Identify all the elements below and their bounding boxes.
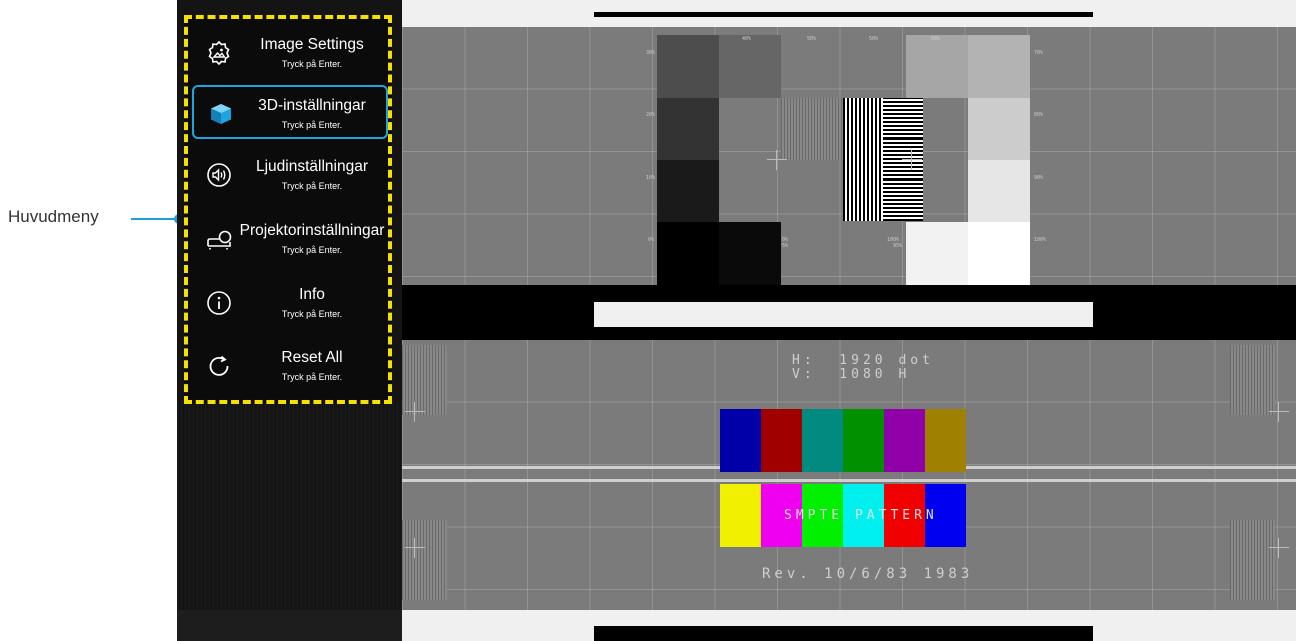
horizontal-line-pattern	[883, 98, 923, 139]
white-bar	[594, 302, 1093, 327]
menu-item-title: Image Settings	[260, 36, 364, 53]
menu-item-hint: Tryck på Enter.	[281, 120, 343, 130]
image-settings-icon	[208, 40, 230, 66]
callout-label: Huvudmeny	[8, 207, 99, 226]
color-bar	[761, 409, 802, 472]
gray-label: 80%	[1034, 112, 1044, 118]
projector-screen: 30% 40% 50% 50% 60% 70% 20% 80% 10% 90% …	[177, 0, 1296, 641]
gray-label: 70%	[1034, 50, 1044, 56]
gray-label: 40%	[742, 36, 752, 42]
crosshair-marker	[405, 538, 425, 558]
menu-item-projector-settings[interactable]: Projektorinställningar Tryck på Enter.	[192, 212, 388, 266]
callout-line	[131, 218, 179, 220]
menu-item-audio-settings[interactable]: Ljudinställningar Tryck på Enter.	[192, 148, 388, 202]
menu-item-hint: Tryck på Enter.	[281, 245, 343, 255]
crosshair-marker	[1269, 402, 1289, 422]
menu-item-title: 3D-inställningar	[258, 97, 366, 114]
color-bar	[802, 409, 843, 472]
gray-label: 5%	[782, 243, 789, 249]
vertical-line-pattern	[843, 98, 883, 139]
color-bar	[925, 409, 966, 472]
menu-item-hint: Tryck på Enter.	[281, 59, 343, 69]
gray-label: 60%	[931, 36, 941, 42]
resolution-vertical: V: 1080 H	[792, 367, 911, 382]
gray-label: 30%	[646, 50, 656, 56]
bottom-black-bar	[594, 626, 1093, 641]
color-bar	[843, 409, 884, 472]
gray-swatch	[906, 222, 968, 285]
menu-item-title: Ljudinställningar	[255, 158, 369, 175]
crosshair-marker	[902, 150, 922, 170]
crosshair-marker	[405, 402, 425, 422]
gray-label: 50%	[807, 36, 817, 42]
resolution-pattern	[1230, 520, 1275, 600]
horizontal-line-pattern	[883, 180, 923, 221]
speaker-icon	[207, 163, 231, 187]
menu-item-info[interactable]: Info Tryck på Enter.	[192, 276, 388, 330]
gray-swatch	[657, 98, 719, 160]
top-black-bar	[594, 12, 1093, 17]
gray-label: 20%	[646, 112, 656, 118]
menu-item-title: Projektorinställningar	[239, 222, 385, 239]
gray-swatch	[968, 35, 1030, 98]
reset-icon	[209, 355, 229, 376]
color-bar	[720, 409, 761, 472]
menu-item-reset-all[interactable]: Reset All Tryck på Enter.	[192, 339, 388, 393]
gray-label: 95%	[893, 243, 903, 249]
menu-item-hint: Tryck på Enter.	[281, 309, 343, 319]
reference-line	[402, 479, 1296, 482]
resolution-horizontal: H: 1920 dot	[792, 353, 934, 368]
menu-item-image-settings[interactable]: Image Settings Tryck på Enter.	[192, 26, 388, 80]
gray-swatch	[719, 35, 781, 98]
gray-swatch	[719, 222, 781, 285]
vertical-line-pattern	[843, 139, 883, 180]
gray-swatch	[968, 160, 1030, 222]
menu-item-title: Info	[299, 286, 325, 303]
menu-item-hint: Tryck på Enter.	[281, 372, 343, 382]
gray-swatch	[657, 160, 719, 222]
gray-swatch	[968, 222, 1030, 285]
color-bar	[884, 409, 925, 472]
gray-swatch	[906, 35, 968, 98]
info-icon	[207, 291, 231, 315]
pattern-revision: Rev. 10/6/83 1983	[762, 566, 974, 582]
pattern-name: SMPTE PATTERN	[784, 508, 938, 523]
gray-swatch	[657, 222, 719, 285]
crosshair-marker	[1269, 538, 1289, 558]
background-block	[177, 610, 402, 641]
projector-icon	[207, 230, 232, 250]
menu-item-title: Reset All	[281, 349, 343, 366]
color-bar	[720, 484, 761, 547]
gray-swatch	[968, 98, 1030, 160]
crosshair-marker	[767, 150, 787, 170]
gray-label: 100%	[1034, 237, 1047, 243]
background-pattern	[177, 400, 402, 641]
gray-swatch	[657, 35, 719, 98]
menu-item-hint: Tryck på Enter.	[281, 181, 343, 191]
gray-label: 90%	[1034, 175, 1044, 181]
vertical-line-pattern	[843, 180, 883, 221]
gray-label: 0%	[648, 237, 655, 243]
main-menu: Image Settings Tryck på Enter. 3D-instäl…	[184, 15, 392, 404]
gray-label: 50%	[869, 36, 879, 42]
cube-3d-icon	[211, 104, 231, 124]
resolution-pattern	[402, 520, 447, 600]
resolution-pattern	[781, 98, 843, 160]
gray-label: 10%	[646, 175, 656, 181]
menu-item-3d-settings[interactable]: 3D-inställningar Tryck på Enter.	[192, 85, 388, 139]
